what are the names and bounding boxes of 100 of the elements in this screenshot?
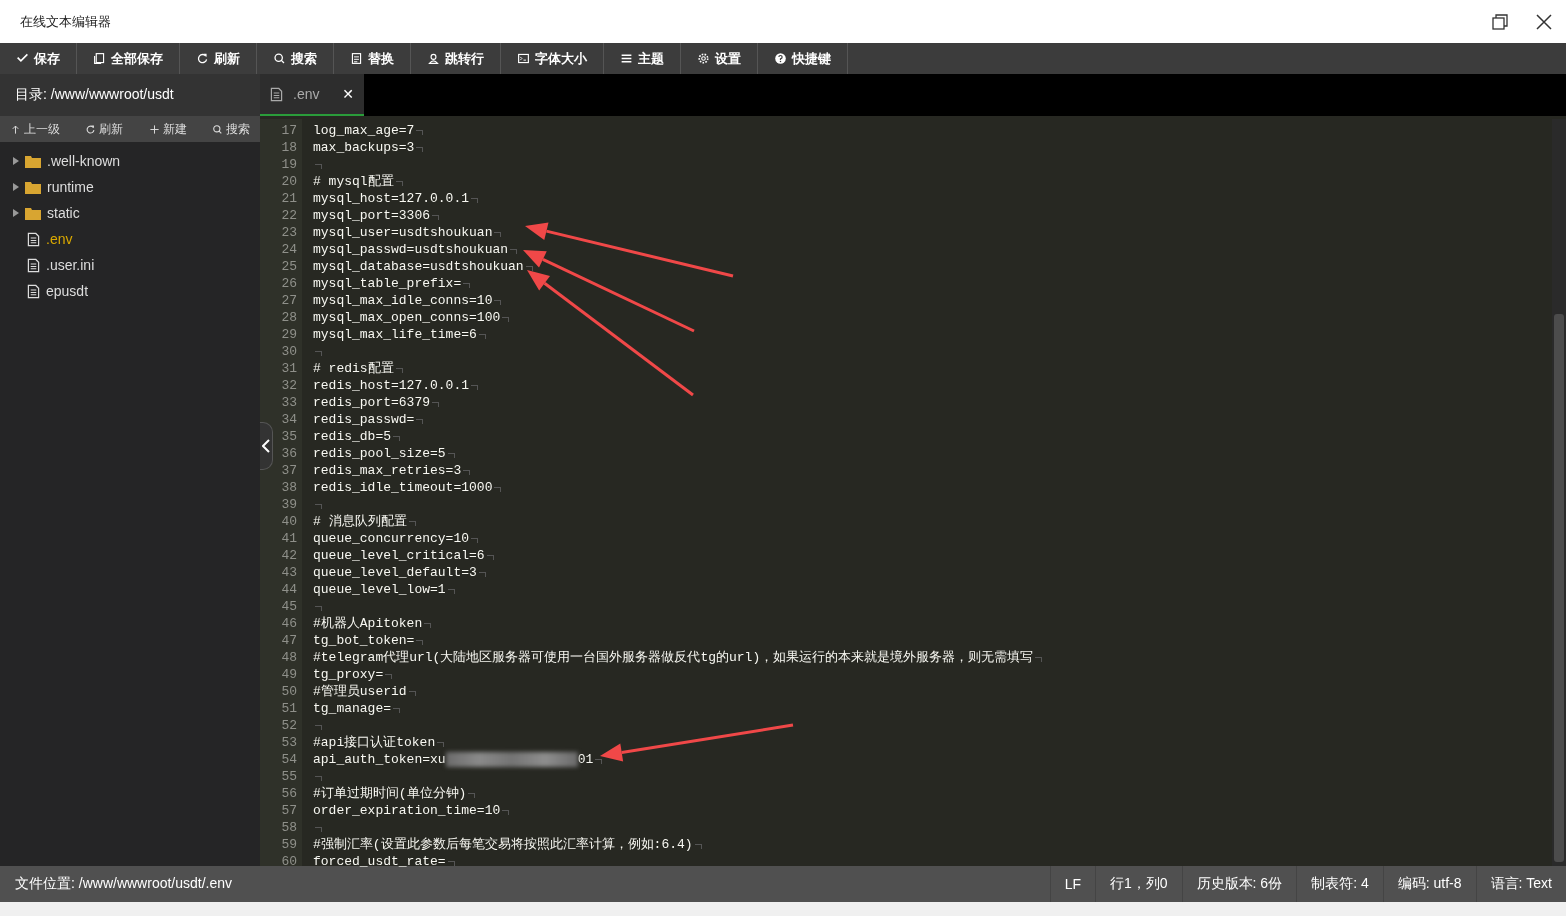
code-line: tg_proxy= [313,666,384,683]
file-tab[interactable]: .env ✕ [260,74,364,116]
file-tree-item[interactable]: .well-known [0,148,260,174]
code-line: mysql_table_prefix= [313,275,462,292]
check-icon [16,52,29,65]
file-location: 文件位置: /www/wwwroot/usdt/.env [15,875,234,893]
collapse-handle[interactable] [260,422,273,470]
line-number: 42 [280,547,298,564]
line-number: 55 [280,768,298,785]
file-tree-item[interactable]: epusdt [0,278,260,304]
code-line: #订单过期时间(单位分钟) [313,785,467,802]
document-icon [350,52,363,65]
line-number: 49 [280,666,298,683]
file-tree-item[interactable]: .env [0,226,260,252]
code-line: redis_host=127.0.0.1 [313,377,470,394]
code-line: #管理员userid [313,683,407,700]
line-number: 54 [280,751,298,768]
line-number: 36 [280,445,298,462]
code-line: mysql_max_idle_conns=10 [313,292,493,309]
maximize-icon [1491,12,1509,31]
line-number: 35 [280,428,298,445]
refresh-icon [85,123,97,135]
code-line: redis_db=5 [313,428,391,445]
code-line: mysql_database=usdtshoukuan [313,258,524,275]
caret-icon [13,157,19,165]
line-number: 43 [280,564,298,581]
code-line: tg_manage= [313,700,391,717]
line-number: 18 [280,139,298,156]
line-number: 23 [280,224,298,241]
code-line: # redis配置 [313,360,394,377]
code-line: # 消息队列配置 [313,513,407,530]
file-tree-item[interactable]: .user.ini [0,252,260,278]
file-icon [270,86,283,102]
line-number: 22 [280,207,298,224]
line-number: 37 [280,462,298,479]
line-number: 25 [280,258,298,275]
line-number: 28 [280,309,298,326]
line-number: 34 [280,411,298,428]
line-number: 41 [280,530,298,547]
line-number: 26 [280,275,298,292]
sidebar-action[interactable]: 搜索 [210,120,252,138]
code-line: mysql_port=3306 [313,207,431,224]
line-number: 40 [280,513,298,530]
code-line: order_expiration_time=10 [313,802,501,819]
line-number: 20 [280,173,298,190]
line-number: 38 [280,479,298,496]
code-line: log_max_age=7 [313,122,415,139]
line-number: 53 [280,734,298,751]
line-number: 24 [280,241,298,258]
code-line: redis_pool_size=5 [313,445,446,462]
code-line: #机器人Apitoken [313,615,423,632]
line-number: 57 [280,802,298,819]
line-number: 48 [280,649,298,666]
close-icon [1535,12,1553,31]
line-number: 19 [280,156,298,173]
settings-icon [697,52,710,65]
folder-icon [25,154,41,168]
code-line: redis_passwd= [313,411,415,428]
line-number: 45 [280,598,298,615]
file-tree-item[interactable]: runtime [0,174,260,200]
line-number: 60 [280,853,298,870]
file-icon [27,257,40,273]
code-line: redis_idle_timeout=1000 [313,479,493,496]
sidebar-action[interactable]: 刷新 [83,120,126,138]
window-title: 在线文本编辑器 [20,12,112,31]
plus-icon [148,123,160,135]
refresh-icon [196,52,209,65]
code-line: mysql_host=127.0.0.1 [313,190,470,207]
code-line: max_backups=3 [313,139,415,156]
line-number: 51 [280,700,298,717]
code-line: tg_bot_token= [313,632,415,649]
search-icon [212,123,223,135]
line-number: 29 [280,326,298,343]
code-line: forced_usdt_rate= [313,853,446,870]
code-line: mysql_user=usdtshoukuan [313,224,493,241]
chevron-left-icon [262,439,270,453]
code-line: 01 [577,751,594,768]
code-line: api_auth_token=xu [313,751,446,768]
file-tree-item[interactable]: static [0,200,260,226]
code-line: redis_max_retries=3 [313,462,462,479]
folder-icon [25,206,41,220]
sidebar-action[interactable]: 新建 [146,120,189,138]
code-line: queue_concurrency=10 [313,530,470,547]
code-line: #telegram代理url(大陆地区服务器可使用一台国外服务器做反代tg的url)，如果运行的本来就是境外服务器，则无需填写 [313,649,1034,666]
sidebar-action[interactable]: 上一级 [8,120,62,138]
directory-path: 目录: /www/wwwroot/usdt [0,74,260,116]
folder-icon [25,180,41,194]
code-line: queue_level_low=1 [313,581,446,598]
line-number: 44 [280,581,298,598]
up-arrow-icon [10,123,21,135]
caret-icon [13,209,19,217]
file-icon [27,283,40,299]
code-line: #强制汇率(设置此参数后每笔交易将按照此汇率计算，例如:6.4) [313,836,693,853]
line-number: 32 [280,377,298,394]
code-line: #api接口认证token [313,734,436,751]
line-number: 31 [280,360,298,377]
line-number: 56 [280,785,298,802]
scrollbar-thumb[interactable] [1554,314,1564,862]
caret-icon [13,183,19,191]
code-line: redis_port=6379 [313,394,431,411]
